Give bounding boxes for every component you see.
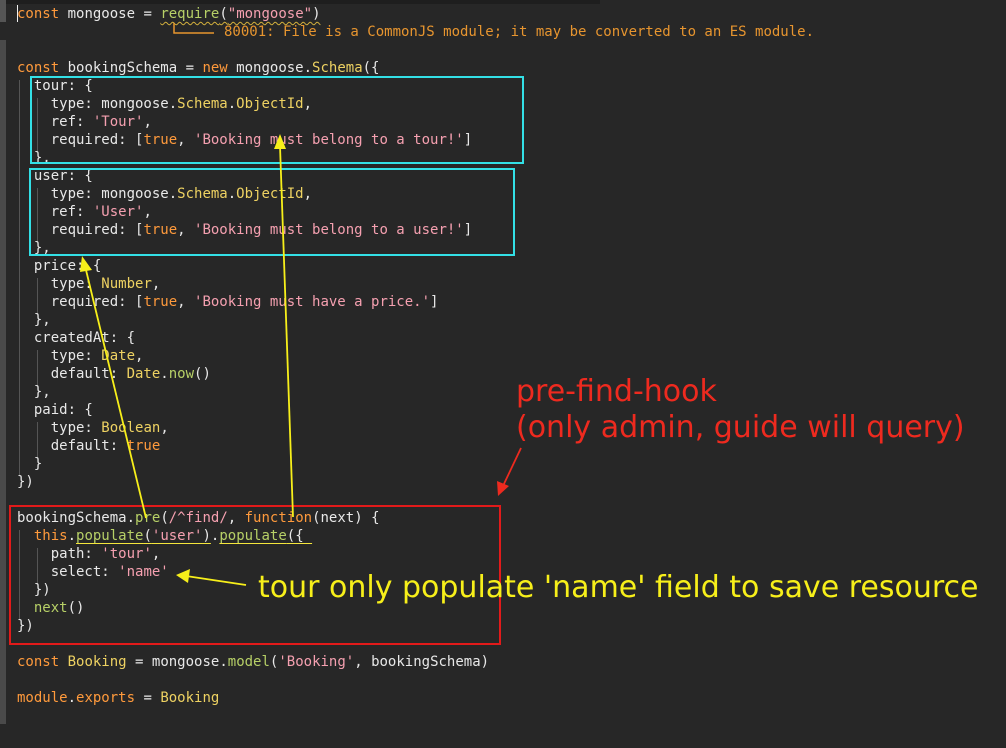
code-line[interactable]: }): [17, 473, 34, 491]
code-line[interactable]: price: {: [17, 257, 101, 275]
code-line[interactable]: const mongoose = require("mongoose"): [17, 5, 321, 23]
pre-find-hook-title: pre-find-hook: [516, 374, 717, 409]
user-field-highlight: [29, 168, 515, 256]
pre-find-hook-subtitle: (only admin, guide will query): [516, 410, 965, 445]
gutter: [0, 40, 6, 724]
code-line[interactable]: paid: {: [17, 401, 93, 419]
code-line[interactable]: required: [true, 'Booking must have a pr…: [17, 293, 439, 311]
code-line[interactable]: createdAt: {: [17, 329, 135, 347]
diagnostic-hint: 80001: File is a CommonJS module; it may…: [224, 24, 815, 40]
tab-strip: [0, 0, 600, 4]
code-line[interactable]: type: Number,: [17, 275, 161, 293]
tour-field-highlight: [30, 76, 524, 164]
code-editor[interactable]: const mongoose = require("mongoose") 800…: [0, 0, 1006, 748]
code-line[interactable]: default: true: [17, 437, 161, 455]
code-line[interactable]: },: [17, 311, 51, 329]
code-line[interactable]: }: [17, 455, 42, 473]
code-line[interactable]: type: Boolean,: [17, 419, 169, 437]
gutter-marker: [0, 0, 6, 22]
code-line[interactable]: const bookingSchema = new mongoose.Schem…: [17, 59, 379, 77]
code-line[interactable]: },: [17, 383, 51, 401]
code-line[interactable]: type: Date,: [17, 347, 144, 365]
code-line[interactable]: module.exports = Booking: [17, 689, 219, 707]
code-line[interactable]: default: Date.now(): [17, 365, 211, 383]
code-line[interactable]: const Booking = mongoose.model('Booking'…: [17, 653, 489, 671]
tour-populate-note: tour only populate 'name' field to save …: [258, 570, 979, 605]
